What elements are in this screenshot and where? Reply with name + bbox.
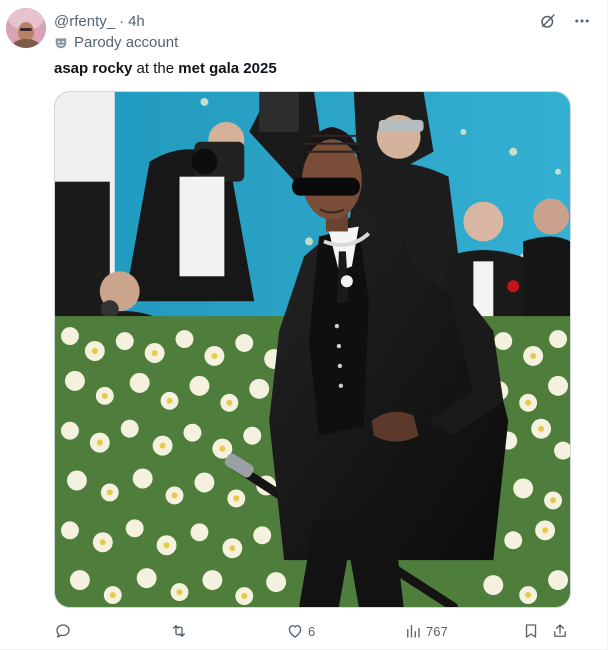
avatar-image (6, 8, 46, 48)
bookmark-button[interactable] (522, 618, 540, 644)
tweet-card[interactable]: @rfenty_ · 4h Parody account asap rocky … (0, 0, 608, 650)
tweet-text-bold-2: met gala 2025 (178, 60, 277, 77)
tweet-photo[interactable] (54, 91, 571, 608)
views-icon (407, 625, 420, 638)
grok-icon (541, 14, 555, 28)
repost-icon (173, 625, 185, 637)
tweet-top-actions (535, 8, 595, 34)
share-icon (554, 624, 566, 637)
avatar[interactable] (6, 8, 46, 48)
separator-dot: · (119, 12, 125, 30)
reply-icon (56, 624, 70, 638)
timestamp[interactable]: 4h (128, 13, 145, 30)
user-handle[interactable]: @rfenty_ (54, 13, 115, 30)
tweet-text-plain: at the (132, 60, 179, 77)
tweet-text: asap rocky at the met gala 2025 (54, 59, 277, 79)
theater-mask-icon (55, 37, 67, 48)
reply-button[interactable] (54, 618, 76, 644)
met-gala-photo (55, 92, 570, 607)
grok-button[interactable] (535, 8, 561, 34)
parody-label-text: Parody account (74, 34, 179, 51)
share-button[interactable] (551, 618, 569, 644)
tweet-text-bold-1: asap rocky (54, 60, 133, 77)
like-button[interactable]: 6 (286, 618, 315, 644)
tweet-header: @rfenty_ · 4h (54, 11, 595, 31)
more-button[interactable] (569, 8, 595, 34)
bookmark-icon (525, 624, 537, 638)
like-count: 6 (308, 623, 316, 639)
tweet-actions: 6 767 (54, 618, 571, 644)
repost-button[interactable] (170, 618, 192, 644)
views-button[interactable]: 767 (404, 618, 448, 644)
parody-label: Parody account (54, 34, 178, 51)
heart-icon (288, 625, 302, 638)
views-count: 767 (426, 623, 448, 639)
more-icon (575, 19, 589, 23)
